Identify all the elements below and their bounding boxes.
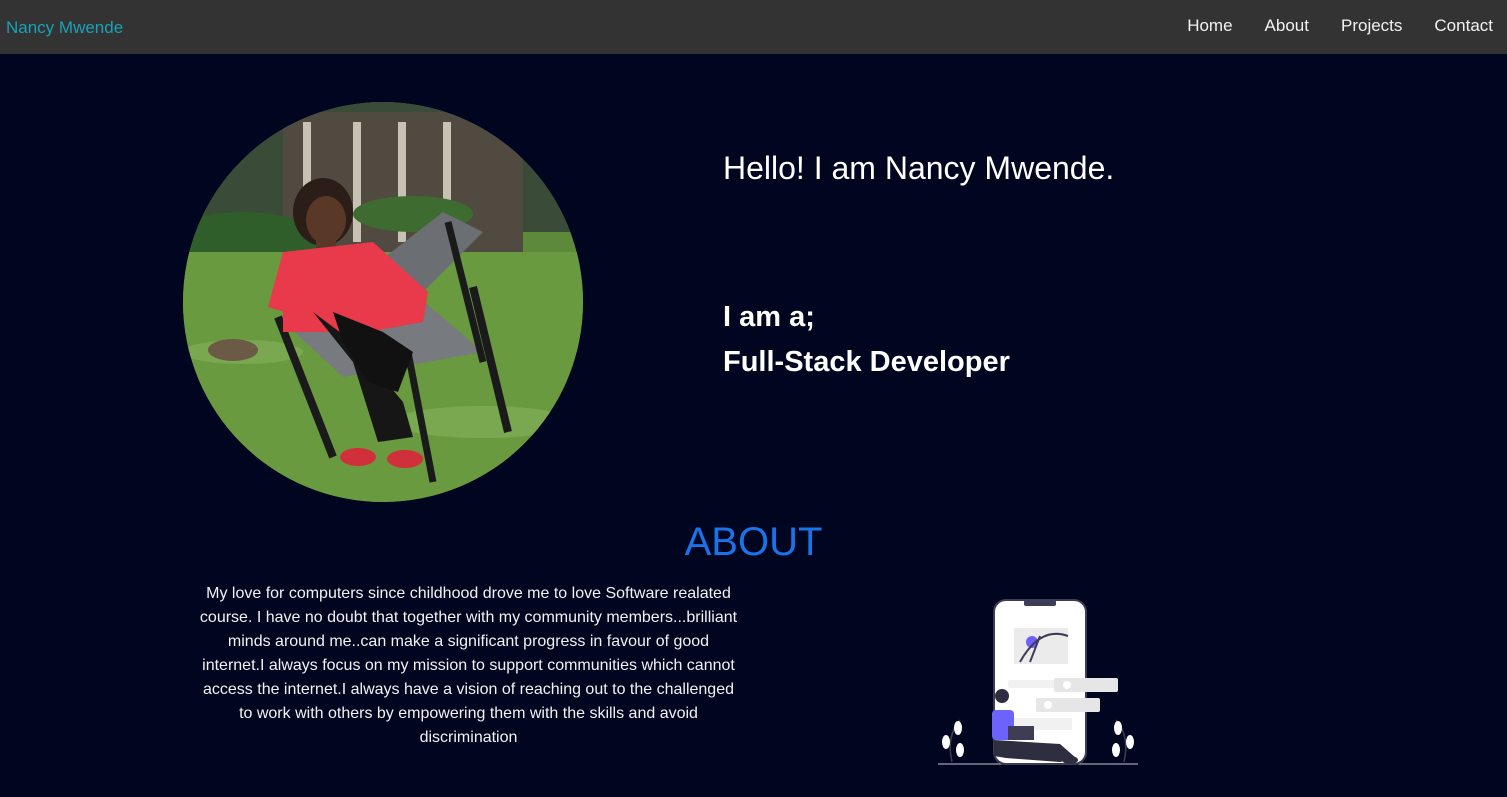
navbar: Nancy Mwende Home About Projects Contact — [0, 0, 1507, 54]
greeting-text: Hello! I am Nancy Mwende. — [723, 150, 1115, 186]
brand-link[interactable]: Nancy Mwende — [6, 18, 123, 38]
about-text: My love for computers since childhood dr… — [199, 585, 738, 746]
phone-illustration — [936, 596, 1140, 768]
profile-photo — [183, 102, 583, 502]
nav-link-contact[interactable]: Contact — [1434, 16, 1493, 36]
role-text: Full-Stack Developer — [723, 346, 1010, 378]
nav-links: Home About Projects Contact — [1155, 16, 1493, 36]
nav-link-projects[interactable]: Projects — [1341, 16, 1402, 36]
role-intro: I am a; — [723, 301, 815, 333]
nav-link-about[interactable]: About — [1265, 16, 1309, 36]
nav-link-home[interactable]: Home — [1187, 16, 1232, 36]
about-heading: ABOUT — [684, 520, 823, 564]
